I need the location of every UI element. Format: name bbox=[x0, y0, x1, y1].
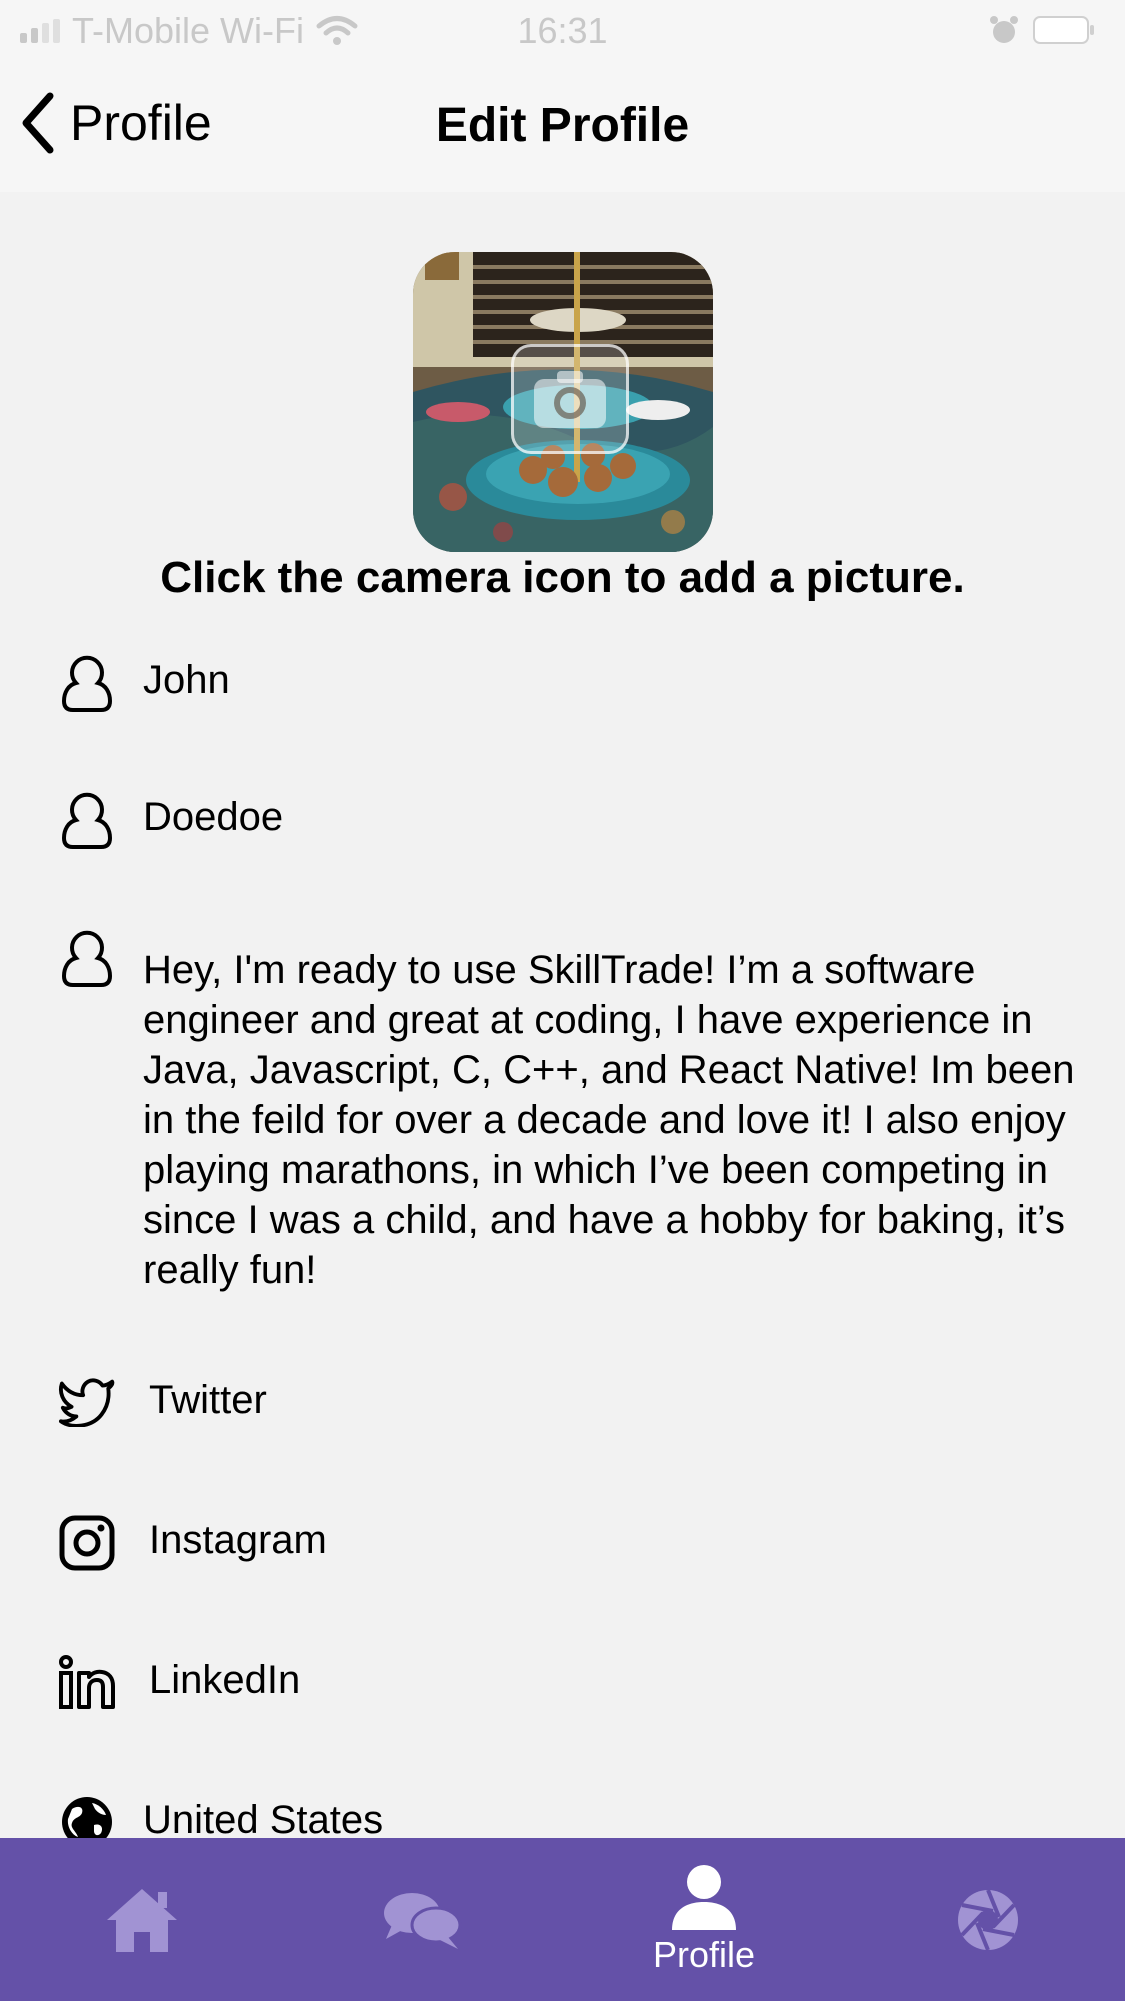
bio-field[interactable]: Hey, I'm ready to use SkillTrade! I’m a … bbox=[58, 930, 1095, 1295]
chat-icon bbox=[384, 1892, 462, 1949]
status-time: 16:31 bbox=[517, 10, 608, 51]
bio-value: Hey, I'm ready to use SkillTrade! I’m a … bbox=[143, 948, 1075, 1292]
profile-picture[interactable] bbox=[413, 252, 713, 552]
twitter-value: Twitter bbox=[149, 1378, 267, 1422]
status-right bbox=[989, 14, 1095, 46]
tab-home[interactable] bbox=[62, 1838, 222, 2001]
linkedin-value: LinkedIn bbox=[149, 1658, 301, 1702]
tab-profile[interactable]: Profile bbox=[624, 1838, 784, 2001]
first-name-field[interactable]: John bbox=[58, 655, 1095, 713]
camera-icon bbox=[534, 371, 606, 428]
instagram-value: Instagram bbox=[149, 1518, 327, 1562]
linkedin-icon bbox=[58, 1655, 116, 1709]
aperture-icon bbox=[958, 1888, 1018, 1951]
twitter-field[interactable]: Twitter bbox=[58, 1375, 1095, 1427]
person-outline-icon bbox=[58, 655, 116, 713]
battery-icon bbox=[1033, 16, 1094, 44]
tab-aperture[interactable] bbox=[908, 1838, 1068, 2001]
first-name-value: John bbox=[143, 658, 230, 702]
tab-profile-label: Profile bbox=[652, 1933, 756, 1975]
last-name-value: Doedoe bbox=[143, 795, 284, 839]
twitter-icon bbox=[58, 1375, 116, 1427]
tab-chat[interactable] bbox=[342, 1838, 502, 2001]
last-name-field[interactable]: Doedoe bbox=[58, 792, 1095, 850]
add-picture-hint: Click the camera icon to add a picture. bbox=[160, 553, 965, 602]
instagram-icon bbox=[58, 1515, 116, 1571]
tab-bar: Profile bbox=[0, 1838, 1125, 2001]
person-icon bbox=[672, 1864, 736, 1930]
status-bar: T-Mobile Wi-Fi 16:31 bbox=[0, 0, 1125, 62]
page-title: Edit Profile bbox=[435, 99, 690, 152]
home-icon bbox=[107, 1888, 177, 1952]
person-outline-icon bbox=[58, 792, 116, 850]
instagram-field[interactable]: Instagram bbox=[58, 1515, 1095, 1571]
alarm-icon bbox=[990, 16, 1018, 43]
linkedin-field[interactable]: LinkedIn bbox=[58, 1655, 1095, 1709]
person-outline-icon bbox=[58, 930, 116, 988]
nav-bar: Profile Edit Profile bbox=[0, 62, 1125, 192]
camera-button[interactable] bbox=[511, 344, 629, 454]
